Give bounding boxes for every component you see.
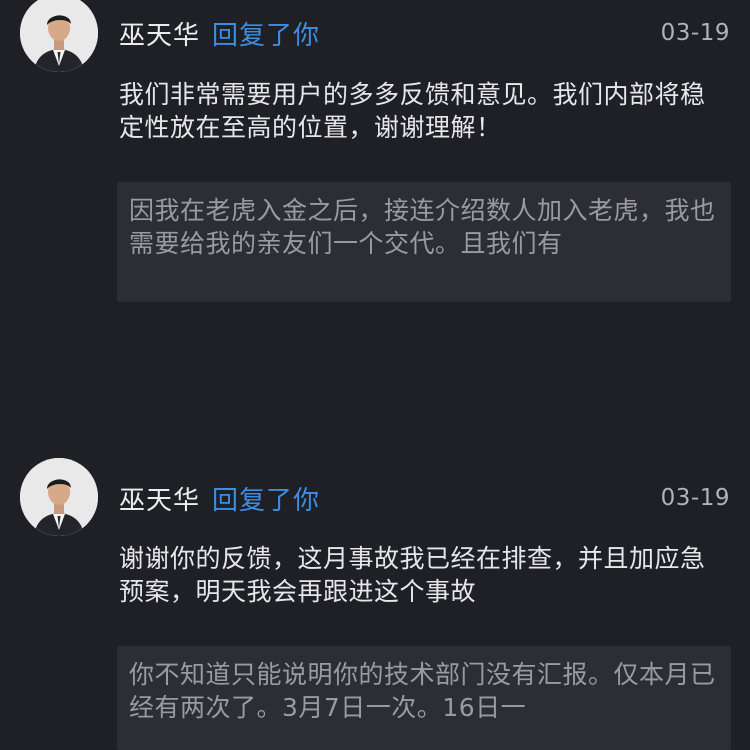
reply-header: 巫天华 回复了你 03-19 <box>119 13 730 53</box>
quoted-comment[interactable]: 因我在老虎入金之后，接连介绍数人加入老虎，我也需要给我的亲友们一个交代。且我们有 <box>117 182 731 302</box>
quoted-comment-text: 因我在老虎入金之后，接连介绍数人加入老虎，我也需要给我的亲友们一个交代。且我们有 <box>129 196 716 258</box>
avatar[interactable] <box>20 0 98 72</box>
reply-text[interactable]: 谢谢你的反馈，这月事故我已经在排查，并且加应急预案，明天我会再跟进这个事故 <box>119 542 724 608</box>
author-name[interactable]: 巫天华 <box>119 15 200 52</box>
reply-header: 巫天华 回复了你 03-19 <box>119 478 730 518</box>
reply-text[interactable]: 我们非常需要用户的多多反馈和意见。我们内部将稳定性放在至高的位置，谢谢理解！ <box>119 78 724 144</box>
reply-list: 巫天华 回复了你 03-19 我们非常需要用户的多多反馈和意见。我们内部将稳定性… <box>0 0 750 750</box>
reply-tag: 回复了你 <box>212 20 321 51</box>
quoted-comment-text: 你不知道只能说明你的技术部门没有汇报。仅本月已经有两次了。3月7日一次。16日一 <box>129 660 716 722</box>
reply-item: 巫天华 回复了你 03-19 谢谢你的反馈，这月事故我已经在排查，并且加应急预案… <box>0 458 750 750</box>
reply-date: 03-19 <box>660 20 730 46</box>
author-name[interactable]: 巫天华 <box>119 480 200 517</box>
avatar[interactable] <box>20 458 98 536</box>
quoted-comment[interactable]: 你不知道只能说明你的技术部门没有汇报。仅本月已经有两次了。3月7日一次。16日一 <box>117 646 731 750</box>
reply-tag: 回复了你 <box>212 485 321 516</box>
reply-date: 03-19 <box>660 485 730 511</box>
reply-item: 巫天华 回复了你 03-19 我们非常需要用户的多多反馈和意见。我们内部将稳定性… <box>0 0 750 320</box>
